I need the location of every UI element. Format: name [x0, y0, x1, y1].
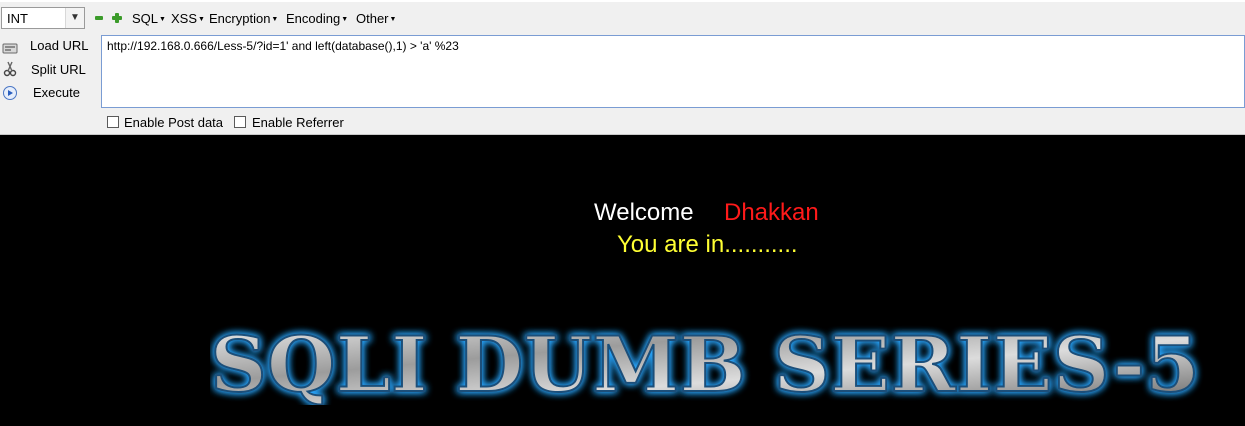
url-textarea[interactable]: http://192.168.0.666/Less-5/?id=1' and l… [101, 35, 1245, 108]
caret-down-icon: ▼ [198, 16, 205, 24]
caret-down-icon: ▼ [271, 16, 279, 24]
series-banner-logo: SQLI DUMB SERIES-5 [210, 325, 1201, 405]
menu-encoding[interactable]: Encoding▼ [286, 11, 348, 26]
username-text: Dhakkan [724, 199, 819, 226]
url-value: http://192.168.0.666/Less-5/?id=1' and l… [107, 39, 459, 53]
menu-sql[interactable]: SQL▼ [132, 11, 166, 26]
execute-icon[interactable] [2, 85, 18, 101]
menu-other[interactable]: Other▼ [356, 11, 396, 26]
menu-sql-label: SQL [132, 11, 159, 26]
load-url-button[interactable]: Load URL [30, 38, 89, 53]
scissors-icon[interactable] [2, 61, 18, 77]
chevron-down-icon[interactable]: ▼ [65, 8, 84, 28]
menu-encryption-label: Encryption [209, 11, 271, 26]
post-data-label: Enable Post data [124, 115, 224, 130]
split-url-button[interactable]: Split URL [31, 62, 86, 77]
menu-encryption[interactable]: Encryption▼ [209, 11, 278, 26]
status-text: You are in........... [617, 231, 798, 258]
menu-encoding-label: Encoding [286, 11, 341, 26]
execute-button[interactable]: Execute [33, 85, 80, 100]
banner-text: SQLI DUMB SERIES-5 [210, 325, 1200, 405]
type-select-value: INT [7, 11, 28, 26]
hackbar-toolbar: INT ▼ SQL▼ XSS▼ Encryption▼ Encoding▼ Ot… [0, 0, 1245, 135]
referrer-checkbox[interactable] [234, 116, 246, 128]
caret-down-icon: ▼ [389, 16, 397, 24]
plus-icon[interactable] [112, 13, 122, 23]
menu-xss-label: XSS [171, 11, 198, 26]
menu-other-label: Other [356, 11, 389, 26]
caret-down-icon: ▼ [159, 16, 166, 24]
type-select[interactable]: INT ▼ [1, 7, 85, 29]
menu-xss[interactable]: XSS▼ [171, 11, 205, 26]
load-url-icon[interactable] [2, 40, 18, 56]
post-data-checkbox[interactable] [107, 116, 119, 128]
caret-down-icon: ▼ [341, 16, 349, 24]
welcome-text: Welcome [594, 199, 694, 226]
minus-icon[interactable] [95, 16, 103, 20]
referrer-label: Enable Referrer [252, 115, 344, 130]
toolbar-topline [0, 0, 1245, 2]
